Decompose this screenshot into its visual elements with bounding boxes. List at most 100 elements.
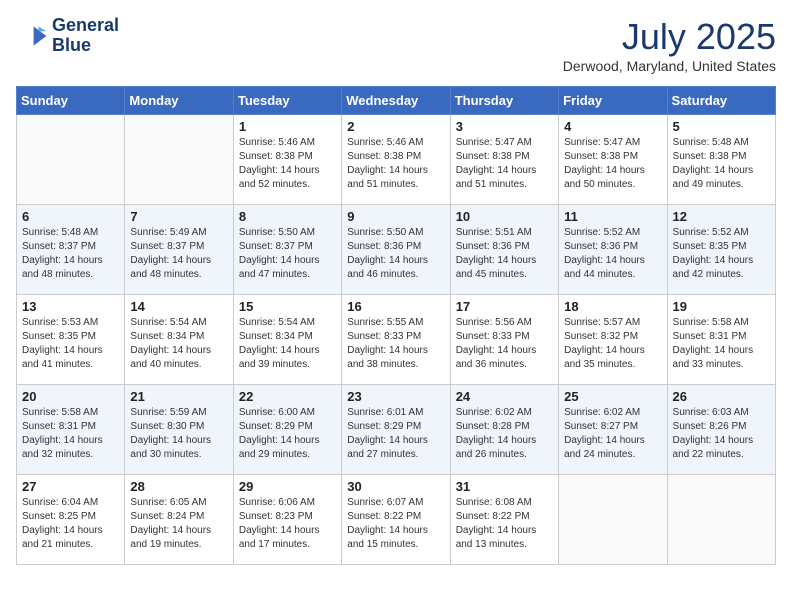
day-info: Sunrise: 5:53 AM Sunset: 8:35 PM Dayligh… <box>22 316 119 372</box>
day-cell: 13 Sunrise: 5:53 AM Sunset: 8:35 PM Dayli… <box>17 295 125 385</box>
day-cell: 28 Sunrise: 6:05 AM Sunset: 8:24 PM Dayli… <box>125 475 233 565</box>
day-number: 30 <box>347 479 444 494</box>
day-cell: 2Sunrise: 5:46 AM Sunset: 8:38 PM Daylig… <box>342 115 450 205</box>
day-cell: 19 Sunrise: 5:58 AM Sunset: 8:31 PM Dayli… <box>667 295 775 385</box>
day-cell: 15 Sunrise: 5:54 AM Sunset: 8:34 PM Dayli… <box>233 295 341 385</box>
day-info: Sunrise: 5:50 AM Sunset: 8:36 PM Dayligh… <box>347 226 444 282</box>
day-info: Sunrise: 6:06 AM Sunset: 8:23 PM Dayligh… <box>239 496 336 552</box>
logo-text: General Blue <box>52 16 119 56</box>
page-header: General Blue July 2025 Derwood, Maryland… <box>16 16 776 74</box>
day-number: 28 <box>130 479 227 494</box>
day-number: 3 <box>456 119 553 134</box>
day-info: Sunrise: 6:05 AM Sunset: 8:24 PM Dayligh… <box>130 496 227 552</box>
day-number: 13 <box>22 299 119 314</box>
day-cell: 11 Sunrise: 5:52 AM Sunset: 8:36 PM Dayli… <box>559 205 667 295</box>
week-row-5: 27 Sunrise: 6:04 AM Sunset: 8:25 PM Dayli… <box>17 475 776 565</box>
weekday-header-saturday: Saturday <box>667 87 775 115</box>
day-cell: 3 Sunrise: 5:47 AM Sunset: 8:38 PM Daylig… <box>450 115 558 205</box>
day-info: Sunrise: 5:47 AM Sunset: 8:38 PM Dayligh… <box>564 136 661 192</box>
day-cell <box>17 115 125 205</box>
week-row-2: 6Sunrise: 5:48 AM Sunset: 8:37 PM Daylig… <box>17 205 776 295</box>
day-number: 24 <box>456 389 553 404</box>
day-info: Sunrise: 5:52 AM Sunset: 8:35 PM Dayligh… <box>673 226 770 282</box>
day-cell: 24 Sunrise: 6:02 AM Sunset: 8:28 PM Dayli… <box>450 385 558 475</box>
day-cell: 18 Sunrise: 5:57 AM Sunset: 8:32 PM Dayli… <box>559 295 667 385</box>
weekday-header-monday: Monday <box>125 87 233 115</box>
day-number: 8 <box>239 209 336 224</box>
weekday-header-sunday: Sunday <box>17 87 125 115</box>
day-cell: 29 Sunrise: 6:06 AM Sunset: 8:23 PM Dayli… <box>233 475 341 565</box>
logo-icon <box>16 20 48 52</box>
day-cell: 7Sunrise: 5:49 AM Sunset: 8:37 PM Daylig… <box>125 205 233 295</box>
day-number: 29 <box>239 479 336 494</box>
weekday-header-tuesday: Tuesday <box>233 87 341 115</box>
weekday-header-friday: Friday <box>559 87 667 115</box>
day-number: 1 <box>239 119 336 134</box>
day-info: Sunrise: 5:47 AM Sunset: 8:38 PM Dayligh… <box>456 136 553 192</box>
day-cell: 4 Sunrise: 5:47 AM Sunset: 8:38 PM Daylig… <box>559 115 667 205</box>
day-cell: 12 Sunrise: 5:52 AM Sunset: 8:35 PM Dayli… <box>667 205 775 295</box>
day-info: Sunrise: 5:46 AM Sunset: 8:38 PM Dayligh… <box>239 136 336 192</box>
day-info: Sunrise: 5:54 AM Sunset: 8:34 PM Dayligh… <box>130 316 227 372</box>
day-number: 7 <box>130 209 227 224</box>
day-cell <box>667 475 775 565</box>
day-number: 11 <box>564 209 661 224</box>
day-info: Sunrise: 5:59 AM Sunset: 8:30 PM Dayligh… <box>130 406 227 462</box>
day-info: Sunrise: 5:52 AM Sunset: 8:36 PM Dayligh… <box>564 226 661 282</box>
day-number: 26 <box>673 389 770 404</box>
day-info: Sunrise: 6:02 AM Sunset: 8:27 PM Dayligh… <box>564 406 661 462</box>
weekday-header-wednesday: Wednesday <box>342 87 450 115</box>
week-row-1: 1 Sunrise: 5:46 AM Sunset: 8:38 PM Daylig… <box>17 115 776 205</box>
day-info: Sunrise: 5:48 AM Sunset: 8:38 PM Dayligh… <box>673 136 770 192</box>
day-number: 2 <box>347 119 444 134</box>
day-number: 16 <box>347 299 444 314</box>
day-cell: 10 Sunrise: 5:51 AM Sunset: 8:36 PM Dayli… <box>450 205 558 295</box>
day-number: 14 <box>130 299 227 314</box>
day-number: 12 <box>673 209 770 224</box>
day-info: Sunrise: 6:04 AM Sunset: 8:25 PM Dayligh… <box>22 496 119 552</box>
week-row-3: 13 Sunrise: 5:53 AM Sunset: 8:35 PM Dayli… <box>17 295 776 385</box>
day-info: Sunrise: 5:54 AM Sunset: 8:34 PM Dayligh… <box>239 316 336 372</box>
day-cell: 5 Sunrise: 5:48 AM Sunset: 8:38 PM Daylig… <box>667 115 775 205</box>
day-number: 4 <box>564 119 661 134</box>
day-number: 19 <box>673 299 770 314</box>
day-info: Sunrise: 5:58 AM Sunset: 8:31 PM Dayligh… <box>22 406 119 462</box>
day-number: 20 <box>22 389 119 404</box>
day-cell: 6Sunrise: 5:48 AM Sunset: 8:37 PM Daylig… <box>17 205 125 295</box>
day-number: 18 <box>564 299 661 314</box>
day-number: 10 <box>456 209 553 224</box>
day-cell: 17Sunrise: 5:56 AM Sunset: 8:33 PM Dayli… <box>450 295 558 385</box>
location: Derwood, Maryland, United States <box>563 58 776 74</box>
day-cell: 23 Sunrise: 6:01 AM Sunset: 8:29 PM Dayli… <box>342 385 450 475</box>
day-number: 27 <box>22 479 119 494</box>
day-info: Sunrise: 5:51 AM Sunset: 8:36 PM Dayligh… <box>456 226 553 282</box>
month-title: July 2025 <box>563 16 776 58</box>
day-number: 25 <box>564 389 661 404</box>
weekday-header-thursday: Thursday <box>450 87 558 115</box>
day-cell: 14 Sunrise: 5:54 AM Sunset: 8:34 PM Dayli… <box>125 295 233 385</box>
day-number: 23 <box>347 389 444 404</box>
day-cell: 26 Sunrise: 6:03 AM Sunset: 8:26 PM Dayli… <box>667 385 775 475</box>
logo: General Blue <box>16 16 119 56</box>
day-info: Sunrise: 6:01 AM Sunset: 8:29 PM Dayligh… <box>347 406 444 462</box>
day-number: 15 <box>239 299 336 314</box>
day-cell: 22Sunrise: 6:00 AM Sunset: 8:29 PM Dayli… <box>233 385 341 475</box>
day-cell: 16Sunrise: 5:55 AM Sunset: 8:33 PM Dayli… <box>342 295 450 385</box>
day-number: 21 <box>130 389 227 404</box>
day-number: 17 <box>456 299 553 314</box>
day-info: Sunrise: 6:03 AM Sunset: 8:26 PM Dayligh… <box>673 406 770 462</box>
day-number: 5 <box>673 119 770 134</box>
day-info: Sunrise: 6:08 AM Sunset: 8:22 PM Dayligh… <box>456 496 553 552</box>
calendar-table: SundayMondayTuesdayWednesdayThursdayFrid… <box>16 86 776 565</box>
title-block: July 2025 Derwood, Maryland, United Stat… <box>563 16 776 74</box>
day-info: Sunrise: 6:00 AM Sunset: 8:29 PM Dayligh… <box>239 406 336 462</box>
day-info: Sunrise: 5:50 AM Sunset: 8:37 PM Dayligh… <box>239 226 336 282</box>
day-cell: 30Sunrise: 6:07 AM Sunset: 8:22 PM Dayli… <box>342 475 450 565</box>
day-cell <box>559 475 667 565</box>
day-info: Sunrise: 5:57 AM Sunset: 8:32 PM Dayligh… <box>564 316 661 372</box>
day-info: Sunrise: 6:02 AM Sunset: 8:28 PM Dayligh… <box>456 406 553 462</box>
day-cell: 27 Sunrise: 6:04 AM Sunset: 8:25 PM Dayli… <box>17 475 125 565</box>
day-info: Sunrise: 5:58 AM Sunset: 8:31 PM Dayligh… <box>673 316 770 372</box>
day-cell <box>125 115 233 205</box>
day-cell: 25 Sunrise: 6:02 AM Sunset: 8:27 PM Dayli… <box>559 385 667 475</box>
